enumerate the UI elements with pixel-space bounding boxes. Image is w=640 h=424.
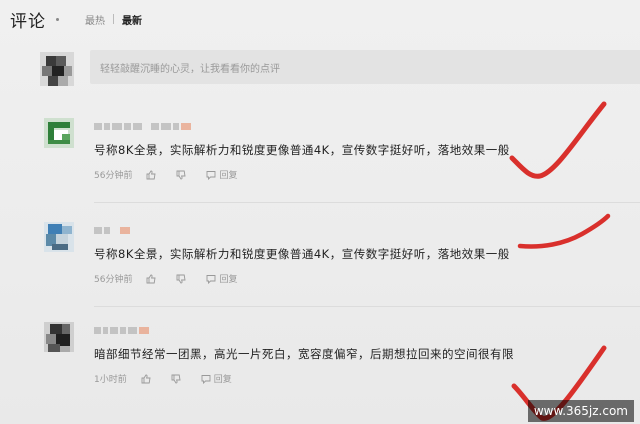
avatar [40,52,74,86]
title-dot-divider [56,17,59,21]
tab-divider [113,14,114,24]
comment-divider [94,306,640,307]
comment-time: 1小时前 [94,375,127,385]
avatar [44,222,74,252]
comment-input[interactable]: 轻轻敲醒沉睡的心灵，让我看看你的点评 [90,50,640,84]
comment-item: 号称8K全景，实际解析力和锐度更像普通4K，宣传数字挺好听，落地效果一般 56分… [44,118,640,188]
reply-button[interactable]: 回复 [219,168,237,181]
username-blurred [94,122,191,130]
avatar [44,322,74,352]
comment-text: 号称8K全景，实际解析力和锐度更像普通4K，宣传数字挺好听，落地效果一般 [94,143,510,157]
thumbs-down-icon[interactable] [176,170,186,180]
thumbs-down-icon[interactable] [176,274,186,284]
comment-text: 号称8K全景，实际解析力和锐度更像普通4K，宣传数字挺好听，落地效果一般 [94,247,510,261]
comment-divider [94,202,640,203]
site-watermark: www.365jz.com [527,400,634,422]
comment-time: 56分钟前 [94,171,133,181]
compose-row: 轻轻敲醒沉睡的心灵，让我看看你的点评 [40,46,640,92]
reply-button[interactable]: 回复 [214,372,232,385]
thumbs-up-icon[interactable] [141,374,151,384]
thumbs-down-icon[interactable] [171,374,181,384]
reply-bubble-icon[interactable] [201,374,211,384]
user-level-badge [139,326,149,334]
comments-header: 评论 最热 最新 [10,6,142,32]
username-blurred [94,326,149,334]
user-level-badge [181,122,191,130]
reply-bubble-icon[interactable] [206,170,216,180]
tab-hot[interactable]: 最热 [85,12,105,27]
comments-title: 评论 [10,11,46,32]
username-blurred [94,226,130,234]
user-level-badge [120,226,130,234]
comment-input-placeholder: 轻轻敲醒沉睡的心灵，让我看看你的点评 [100,63,280,75]
comment-item: 暗部细节经常一团黑，高光一片死白，宽容度偏窄，后期想拉回来的空间很有限 1小时前… [44,322,640,396]
comment-meta: 56分钟前 回复 [94,168,237,181]
thumbs-up-icon[interactable] [146,170,156,180]
tab-latest[interactable]: 最新 [122,12,142,27]
comment-item: 号称8K全景，实际解析力和锐度更像普通4K，宣传数字挺好听，落地效果一般 56分… [44,222,640,292]
comment-page: 评论 最热 最新 轻轻敲醒沉睡的心灵，让我看看你的点评 号称8K全景，实际解析力… [0,0,640,424]
comment-text: 暗部细节经常一团黑，高光一片死白，宽容度偏窄，后期想拉回来的空间很有限 [94,347,514,361]
avatar [44,118,74,148]
comment-meta: 56分钟前 回复 [94,272,237,285]
comment-meta: 1小时前 回复 [94,372,232,385]
reply-bubble-icon[interactable] [206,274,216,284]
comment-time: 56分钟前 [94,275,133,285]
thumbs-up-icon[interactable] [146,274,156,284]
reply-button[interactable]: 回复 [219,272,237,285]
